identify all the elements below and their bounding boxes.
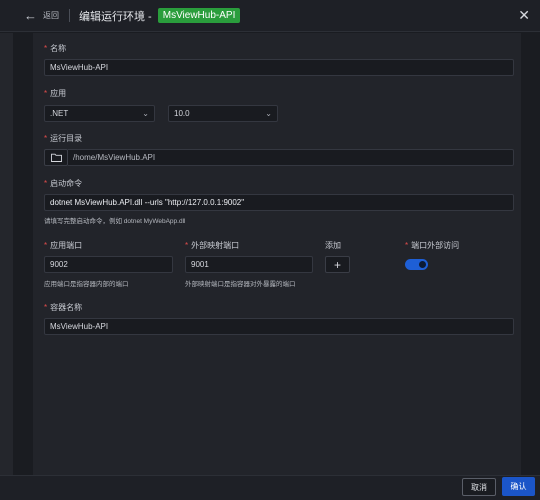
port-access-label: * 端口外部访问 <box>405 241 460 250</box>
container-name-input[interactable]: MsViewHub-API <box>44 318 514 335</box>
back-label: 返回 <box>43 11 59 20</box>
name-label: * 名称 <box>44 44 67 53</box>
port-access-toggle[interactable] <box>405 259 428 270</box>
start-cmd-input[interactable]: dotnet MsViewHub.API.dll --urls "http://… <box>44 194 514 211</box>
form-panel <box>33 33 521 475</box>
run-dir-label: * 运行目录 <box>44 134 83 143</box>
start-cmd-label: * 启动命令 <box>44 179 83 188</box>
app-port-hint: 应用端口是指容器内部的端口 <box>44 281 129 288</box>
chevron-down-icon: ⌄ <box>142 109 149 118</box>
ext-port-label: * 外部映射端口 <box>185 241 240 250</box>
toggle-knob <box>419 261 426 268</box>
footer-bar <box>0 475 540 500</box>
cancel-button[interactable]: 取消 <box>462 478 496 496</box>
close-icon[interactable]: ✕ <box>518 8 530 22</box>
version-select[interactable]: 10.0 ⌄ <box>168 105 278 122</box>
container-name-label: * 容器名称 <box>44 303 83 312</box>
confirm-button[interactable]: 确认 <box>502 477 535 496</box>
start-cmd-hint: 请填写完整启动命令，例如 dotnet MyWebApp.dll <box>44 218 186 225</box>
name-input[interactable]: MsViewHub-API <box>44 59 514 76</box>
env-name-badge: MsViewHub-API <box>157 8 241 23</box>
chevron-down-icon: ⌄ <box>265 109 272 118</box>
app-port-input[interactable]: 9002 <box>44 256 173 273</box>
add-label: 添加 <box>325 241 341 250</box>
arrow-left-icon: ← <box>24 8 37 23</box>
app-label: * 应用 <box>44 89 67 98</box>
ext-port-hint: 外部映射端口是指容器对外暴露的端口 <box>185 281 296 288</box>
back-button[interactable]: ← 返回 <box>24 8 59 23</box>
header-divider <box>69 9 70 22</box>
add-port-button[interactable]: + <box>325 256 350 273</box>
folder-picker-button[interactable] <box>44 149 68 166</box>
app-port-label: * 应用端口 <box>44 241 83 250</box>
folder-icon <box>50 153 62 162</box>
left-gutter <box>0 33 13 475</box>
runtime-select[interactable]: .NET ⌄ <box>44 105 155 122</box>
header-bar: ← 返回 编辑运行环境 - MsViewHub-API ✕ <box>0 0 540 32</box>
run-dir-input[interactable]: /home/MsViewHub.API <box>68 149 514 166</box>
ext-port-input[interactable]: 9001 <box>185 256 313 273</box>
page-title: 编辑运行环境 - <box>79 10 152 23</box>
